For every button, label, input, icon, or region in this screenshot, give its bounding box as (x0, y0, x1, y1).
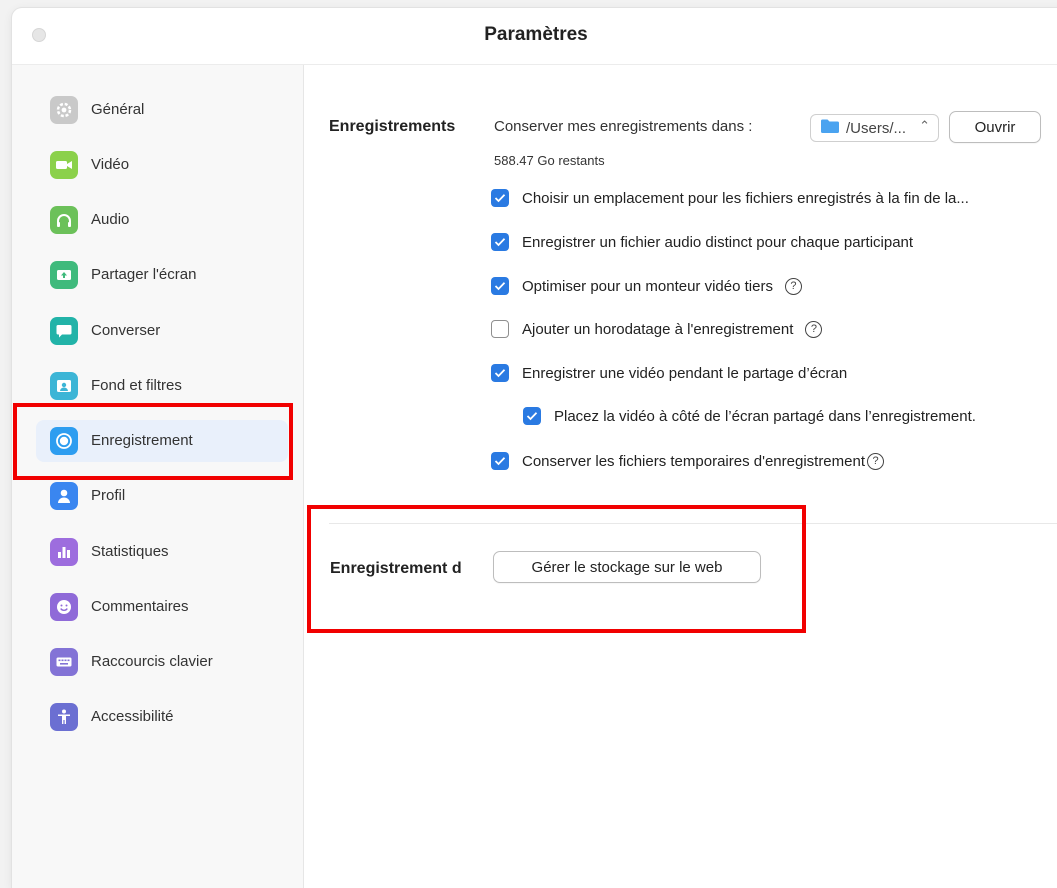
option-add-timestamp[interactable]: Ajouter un horodatage à l'enregistrement… (491, 320, 823, 338)
option-label: Enregistrer une vidéo pendant le partage… (522, 364, 848, 382)
sidebar-item-profile[interactable]: Profil (36, 475, 288, 517)
option-label: Placez la vidéo à côté de l’écran partag… (554, 407, 976, 425)
checkbox-checked[interactable] (491, 452, 509, 470)
sidebar-item-label: Fond et filtres (91, 377, 182, 394)
sidebar-item-label: Accessibilité (91, 708, 174, 725)
option-place-video-next-to-share[interactable]: Placez la vidéo à côté de l’écran partag… (523, 407, 976, 425)
keep-recordings-label: Conserver mes enregistrements dans : (494, 118, 753, 135)
sidebar-item-label: Raccourcis clavier (91, 653, 213, 670)
highlight-box-cloud-recording (307, 505, 806, 633)
highlight-box-recording-tab (13, 403, 293, 480)
sidebar-item-label: Vidéo (91, 156, 130, 173)
open-folder-button[interactable]: Ouvrir (949, 111, 1041, 143)
sidebar-item-label: Converser (91, 322, 161, 339)
help-icon[interactable]: ? (805, 320, 823, 338)
option-keep-temp-files[interactable]: Conserver les fichiers temporaires d'enr… (491, 452, 885, 470)
keyboard-icon (50, 648, 78, 676)
smiley-icon (50, 593, 78, 621)
sidebar-item-label: Profil (91, 487, 126, 504)
sidebar-item-general[interactable]: Général (36, 89, 288, 131)
help-icon[interactable]: ? (867, 452, 885, 470)
share-screen-icon (50, 261, 78, 289)
help-icon[interactable]: ? (784, 277, 802, 295)
option-label: Optimiser pour un monteur vidéo tiers (522, 277, 773, 295)
option-label: Conserver les fichiers temporaires d'enr… (522, 452, 866, 470)
storage-remaining: 588.47 Go restants (494, 153, 605, 168)
sidebar-item-audio[interactable]: Audio (36, 199, 288, 241)
sidebar-item-label: Partager l'écran (91, 266, 197, 283)
sidebar-item-keyboard-shortcuts[interactable]: Raccourcis clavier (36, 641, 288, 683)
checkbox-checked[interactable] (523, 407, 541, 425)
checkbox-checked[interactable] (491, 364, 509, 382)
chevron-up-down-icon: ⌃ (919, 118, 930, 133)
portrait-icon (50, 372, 78, 400)
sidebar-item-label: Audio (91, 211, 130, 228)
gear-icon (50, 96, 78, 124)
sidebar-item-share-screen[interactable]: Partager l'écran (36, 254, 288, 296)
sidebar-item-chat[interactable]: Converser (36, 310, 288, 352)
sidebar-item-label: Général (91, 101, 145, 118)
sidebar-item-label: Statistiques (91, 543, 169, 560)
sidebar-item-video[interactable]: Vidéo (36, 144, 288, 186)
title-bar: Paramètres (12, 8, 1057, 65)
folder-icon (820, 118, 840, 138)
option-label: Ajouter un horodatage à l'enregistrement (522, 320, 794, 338)
accessibility-icon (50, 703, 78, 731)
checkbox-checked[interactable] (491, 189, 509, 207)
sidebar-item-statistics[interactable]: Statistiques (36, 531, 288, 573)
sidebar-item-label: Commentaires (91, 598, 189, 615)
sidebar-item-background-filters[interactable]: Fond et filtres (36, 365, 288, 407)
headphones-icon (50, 206, 78, 234)
option-separate-audio[interactable]: Enregistrer un fichier audio distinct po… (491, 233, 913, 251)
recording-folder-select[interactable]: /Users/... ⌃ (810, 114, 939, 142)
option-label: Choisir un emplacement pour les fichiers… (522, 189, 969, 207)
video-camera-icon (50, 151, 78, 179)
option-optimize-third-party-editor[interactable]: Optimiser pour un monteur vidéo tiers ? (491, 277, 802, 295)
chat-bubble-icon (50, 317, 78, 345)
recording-settings-panel: Enregistrements Conserver mes enregistre… (304, 65, 1057, 888)
sidebar-item-accessibility[interactable]: Accessibilité (36, 696, 288, 738)
option-choose-location[interactable]: Choisir un emplacement pour les fichiers… (491, 189, 969, 207)
checkbox-checked[interactable] (491, 233, 509, 251)
option-record-video-during-share[interactable]: Enregistrer une vidéo pendant le partage… (491, 364, 847, 382)
checkbox-checked[interactable] (491, 277, 509, 295)
folder-path-value: /Users/... (846, 119, 907, 137)
recordings-section-label: Enregistrements (329, 118, 456, 135)
sidebar-item-feedback[interactable]: Commentaires (36, 586, 288, 628)
window-title: Paramètres (484, 24, 588, 45)
bar-chart-icon (50, 538, 78, 566)
checkbox-unchecked[interactable] (491, 320, 509, 338)
person-icon (50, 482, 78, 510)
option-label: Enregistrer un fichier audio distinct po… (522, 233, 914, 251)
